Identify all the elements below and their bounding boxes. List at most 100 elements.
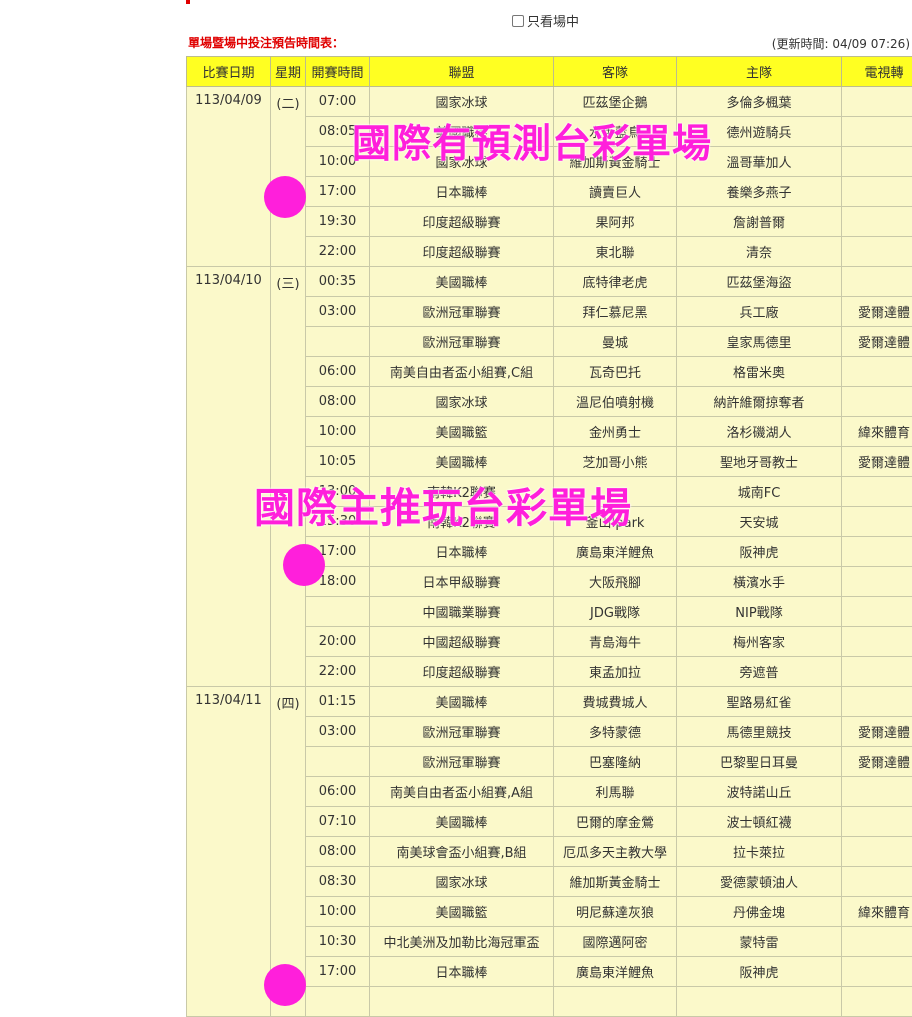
home-team: 兵工廠 <box>677 297 842 327</box>
column-header-home: 主隊 <box>677 57 842 87</box>
league-cell: 美國職籃 <box>370 897 554 927</box>
match-time: 08:30 <box>306 867 370 897</box>
match-time: 07:00 <box>306 87 370 117</box>
only-live-checkbox[interactable] <box>512 15 524 27</box>
home-team: 橫濱水手 <box>677 567 842 597</box>
tv-channel <box>842 687 912 717</box>
home-team: 阪神虎 <box>677 957 842 987</box>
tv-channel <box>842 237 912 267</box>
tv-channel <box>842 387 912 417</box>
league-cell: 歐洲冠軍聯賽 <box>370 327 554 357</box>
only-live-label: 只看場中 <box>527 11 579 30</box>
promo-banner-top: 國際有預測台彩單場 <box>352 113 712 169</box>
table-title: 單場暨場中投注預告時間表： <box>188 34 344 51</box>
tv-channel <box>842 957 912 987</box>
away-team: 費城費城人 <box>554 687 677 717</box>
match-time: 22:00 <box>306 237 370 267</box>
match-time <box>306 327 370 357</box>
league-cell: 南美自由者盃小組賽,A組 <box>370 777 554 807</box>
tv-channel: 愛爾達體 <box>842 297 912 327</box>
match-time <box>306 987 370 1017</box>
tv-channel <box>842 837 912 867</box>
tv-channel <box>842 87 912 117</box>
column-header-time: 開賽時間 <box>306 57 370 87</box>
away-team: 溫尼伯噴射機 <box>554 387 677 417</box>
league-cell: 印度超級聯賽 <box>370 237 554 267</box>
match-time: 06:00 <box>306 357 370 387</box>
match-date: 113/04/09 <box>187 87 271 267</box>
away-team: 青島海牛 <box>554 627 677 657</box>
magenta-dot-marker <box>264 176 306 218</box>
column-header-date: 比賽日期 <box>187 57 271 87</box>
tv-channel <box>842 777 912 807</box>
match-time: 07:10 <box>306 807 370 837</box>
league-cell: 美國職棒 <box>370 687 554 717</box>
home-team <box>677 987 842 1017</box>
away-team: 國際邁阿密 <box>554 927 677 957</box>
away-team: 巴爾的摩金鶯 <box>554 807 677 837</box>
match-time: 19:30 <box>306 207 370 237</box>
tv-channel <box>842 267 912 297</box>
home-team: 天安城 <box>677 507 842 537</box>
match-time: 20:00 <box>306 627 370 657</box>
league-cell: 印度超級聯賽 <box>370 207 554 237</box>
tv-channel: 愛爾達體 <box>842 447 912 477</box>
tv-channel <box>842 507 912 537</box>
league-cell: 美國職棒 <box>370 807 554 837</box>
column-header-weekday: 星期 <box>271 57 306 87</box>
away-team: 東北聯 <box>554 237 677 267</box>
league-cell: 中國超級聯賽 <box>370 627 554 657</box>
match-date: 113/04/11 <box>187 687 271 1017</box>
league-cell: 日本職棒 <box>370 537 554 567</box>
away-team: 廣島東洋鯉魚 <box>554 537 677 567</box>
league-cell: 美國職棒 <box>370 267 554 297</box>
home-team: 洛杉磯湖人 <box>677 417 842 447</box>
tv-channel <box>842 147 912 177</box>
away-team: 厄瓜多天主教大學 <box>554 837 677 867</box>
magenta-dot-marker <box>283 544 325 586</box>
match-time: 08:00 <box>306 837 370 867</box>
match-time: 03:00 <box>306 717 370 747</box>
away-team: 拜仁慕尼黑 <box>554 297 677 327</box>
tv-channel <box>842 987 912 1017</box>
home-team: 丹佛金塊 <box>677 897 842 927</box>
match-time: 01:15 <box>306 687 370 717</box>
league-cell: 國家冰球 <box>370 867 554 897</box>
match-time: 17:00 <box>306 177 370 207</box>
league-cell: 歐洲冠軍聯賽 <box>370 717 554 747</box>
match-time <box>306 597 370 627</box>
away-team: 東孟加拉 <box>554 657 677 687</box>
home-team: 格雷米奧 <box>677 357 842 387</box>
match-time: 10:00 <box>306 417 370 447</box>
league-cell: 南美自由者盃小組賽,C組 <box>370 357 554 387</box>
home-team: 清奈 <box>677 237 842 267</box>
match-row: 113/04/11(四)01:15美國職棒費城費城人聖路易紅雀 <box>187 687 912 717</box>
away-team: 大阪飛腳 <box>554 567 677 597</box>
home-team: 匹茲堡海盜 <box>677 267 842 297</box>
column-header-league: 聯盟 <box>370 57 554 87</box>
tv-channel: 愛爾達體 <box>842 747 912 777</box>
match-time: 17:00 <box>306 957 370 987</box>
tv-channel <box>842 807 912 837</box>
home-team: 旁遮普 <box>677 657 842 687</box>
only-live-filter[interactable]: 只看場中 <box>512 11 579 30</box>
home-team: 阪神虎 <box>677 537 842 567</box>
league-cell: 歐洲冠軍聯賽 <box>370 297 554 327</box>
home-team: 養樂多燕子 <box>677 177 842 207</box>
tv-channel: 愛爾達體 <box>842 327 912 357</box>
match-time: 08:00 <box>306 387 370 417</box>
tv-channel <box>842 207 912 237</box>
league-cell: 歐洲冠軍聯賽 <box>370 747 554 777</box>
tv-channel <box>842 927 912 957</box>
away-team: 廣島東洋鯉魚 <box>554 957 677 987</box>
league-cell: 中國職業聯賽 <box>370 597 554 627</box>
away-team: 利馬聯 <box>554 777 677 807</box>
home-team: 城南FC <box>677 477 842 507</box>
home-team: 詹謝普爾 <box>677 207 842 237</box>
match-time: 10:30 <box>306 927 370 957</box>
match-time: 10:00 <box>306 897 370 927</box>
away-team <box>554 987 677 1017</box>
match-time: 22:00 <box>306 657 370 687</box>
league-cell: 日本職棒 <box>370 177 554 207</box>
red-accent-mark <box>186 0 190 4</box>
